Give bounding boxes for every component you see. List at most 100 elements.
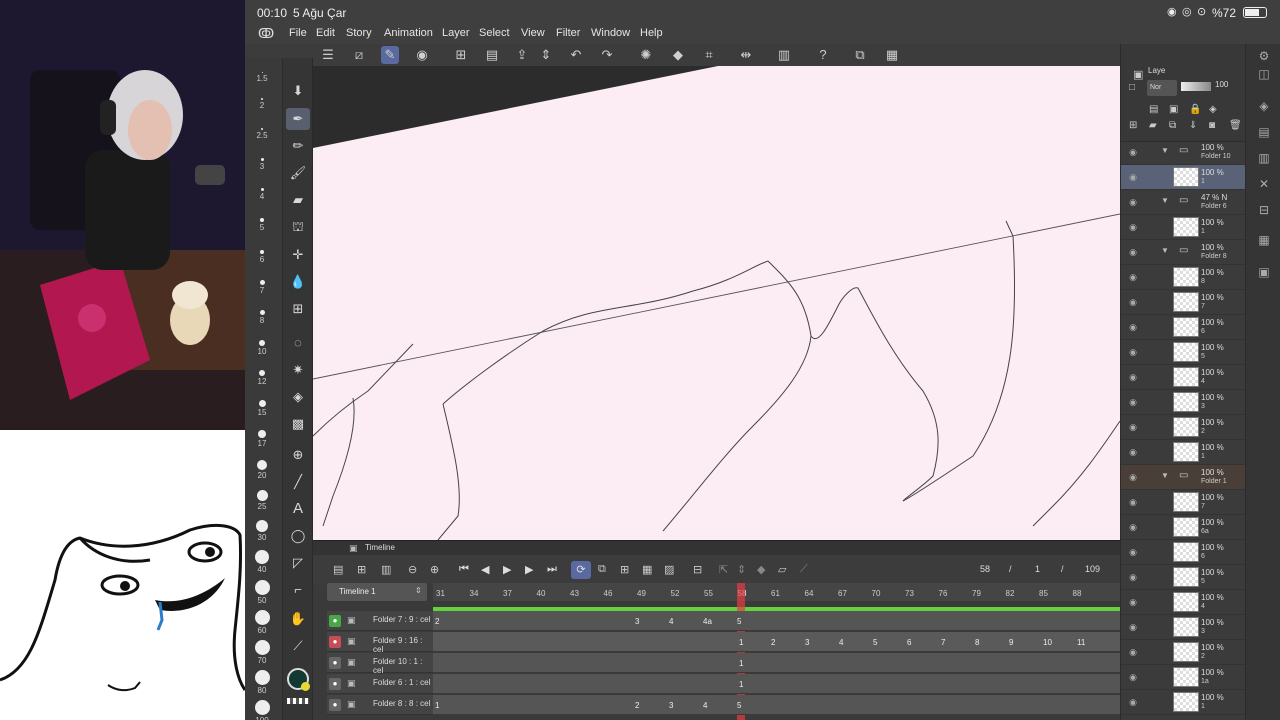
layer-visibility-icon[interactable]: ◉ — [1127, 246, 1139, 258]
eyedropper-tool-icon[interactable]: ⟋ — [286, 635, 310, 657]
canvas-area[interactable] — [313, 66, 1120, 540]
layer-visibility-icon[interactable]: ◉ — [1127, 346, 1139, 358]
brush-size-40[interactable]: 40 — [245, 550, 279, 574]
layers-stack-icon[interactable]: ◈ — [1254, 96, 1274, 116]
brush-tool-icon[interactable]: 🖌 — [286, 162, 310, 184]
fill-icon[interactable]: ◆ — [669, 46, 687, 64]
blend-mode-select[interactable]: Nor — [1147, 80, 1177, 96]
first-frame-icon[interactable]: ⏮ — [459, 563, 469, 576]
layer-row[interactable]: ◉ 100 % 4 — [1121, 365, 1246, 390]
brush-size-60[interactable]: 60 — [245, 610, 279, 635]
menu-layer[interactable]: Layer — [442, 27, 470, 39]
save-icon[interactable]: ⇪ — [513, 46, 531, 64]
play-icon[interactable]: ▶ — [503, 563, 511, 576]
layer-row[interactable]: ◉ 100 % 7 — [1121, 490, 1246, 515]
sub-color-icon[interactable] — [301, 682, 310, 691]
layer-folder-row[interactable]: ◉ ▼ ▭ 47 % N Folder 6 — [1121, 190, 1246, 215]
brush-size-2-5[interactable]: 2.5 — [245, 128, 279, 140]
eraser-tool-icon[interactable]: ▰ — [286, 189, 310, 211]
edit-pen-icon[interactable]: ✎ — [381, 46, 399, 64]
track-header[interactable]: ● ▣ Folder 8 : 8 : cel — [327, 695, 433, 715]
line-tool-icon[interactable]: ╱ — [286, 471, 310, 493]
onion-skin-icon[interactable]: ⧉ — [598, 563, 606, 576]
layer-visibility-icon[interactable]: ◉ — [1127, 221, 1139, 233]
layer-visibility-icon[interactable]: ◉ — [1127, 471, 1139, 483]
menu-help[interactable]: Help — [640, 27, 663, 39]
cel-label[interactable]: 9 — [1009, 638, 1013, 647]
layer-row[interactable]: ◉ 100 % 6 — [1121, 540, 1246, 565]
timeline-track[interactable]: ● ▣ Folder 10 : 1 : cel 1 — [313, 653, 1120, 675]
layer-visibility-icon[interactable]: ◉ — [1127, 171, 1139, 183]
opacity-slider[interactable] — [1181, 82, 1211, 91]
track-visibility-icon[interactable]: ● — [329, 699, 341, 711]
timeline-track[interactable]: ● ▣ Folder 7 : 9 : cel 2 3 4 4a 5 — [313, 611, 1120, 631]
loop-icon[interactable]: ⟳ — [571, 561, 591, 579]
layer-row[interactable]: ◉ 100 % 7 — [1121, 290, 1246, 315]
record-icon[interactable]: ◉ — [413, 46, 431, 64]
layer-visibility-icon[interactable]: ◉ — [1127, 596, 1139, 608]
layer-visibility-icon[interactable]: ◉ — [1127, 546, 1139, 558]
track-header[interactable]: ● ▣ Folder 7 : 9 : cel — [327, 611, 433, 631]
keyframe-icon[interactable]: ◆ — [757, 563, 765, 576]
window-icon[interactable]: ⧉ — [851, 46, 869, 64]
cel-label[interactable]: 1 — [435, 701, 439, 710]
cel-label[interactable]: 2 — [771, 638, 775, 647]
layer-tab-label[interactable]: Laye — [1148, 66, 1165, 75]
layer-visibility-icon[interactable]: ◉ — [1127, 146, 1139, 158]
layer-row[interactable]: ◉ 100 % 1 — [1121, 440, 1246, 465]
settings-panel-icon[interactable]: ⚙ — [1254, 46, 1274, 66]
menu-window[interactable]: Window — [591, 27, 630, 39]
track-lane[interactable]: 1 2 3 4 5 6 7 8 9 10 11 — [433, 632, 1120, 652]
layer-square-icon[interactable]: □ — [1129, 82, 1135, 93]
fill-tool-icon[interactable]: ◈ — [286, 386, 310, 408]
undo-icon[interactable]: ↶ — [567, 46, 585, 64]
cel-label[interactable]: 4 — [703, 701, 707, 710]
layer-visibility-icon[interactable]: ◉ — [1127, 296, 1139, 308]
grid-tool-icon[interactable]: ⊞ — [286, 298, 310, 320]
transform-icon[interactable]: ⧄ — [350, 46, 368, 64]
menu-file[interactable]: File — [289, 27, 307, 39]
layer-folder-row[interactable]: ◉ ▼ ▭ 100 % Folder 1 — [1121, 465, 1246, 490]
new-raster-layer-icon[interactable]: ▤ — [1149, 104, 1158, 115]
cel-label[interactable]: 3 — [669, 701, 673, 710]
layer-row[interactable]: ◉ 100 % 2 — [1121, 415, 1246, 440]
prev-frame-icon[interactable]: ◀ — [481, 563, 489, 576]
zoom-in-icon[interactable]: ⊕ — [430, 563, 439, 576]
brush-size-10[interactable]: 10 — [245, 340, 279, 356]
layer-visibility-icon[interactable]: ◉ — [1127, 496, 1139, 508]
zoom-tool-icon[interactable]: ⊕ — [286, 444, 310, 466]
app-logo-icon[interactable]: ↂ — [258, 26, 274, 42]
last-frame-icon[interactable]: ⏭ — [547, 563, 557, 576]
cel-assign-icon[interactable]: ▨ — [664, 563, 674, 576]
hamburger-icon[interactable]: ☰ — [319, 46, 337, 64]
cel-label[interactable]: 11 — [1077, 638, 1085, 647]
cel-label[interactable]: 1 — [739, 680, 743, 689]
folder-chevron-icon[interactable]: ▼ — [1161, 471, 1171, 480]
mask-icon[interactable]: ◙ — [1209, 120, 1215, 131]
layer-visibility-icon[interactable]: ◉ — [1127, 671, 1139, 683]
timeline-name-box[interactable]: Timeline 1 ⇕ — [327, 583, 427, 601]
panel-icon-6[interactable]: ▦ — [1254, 230, 1274, 250]
folder-chevron-icon[interactable]: ▼ — [1161, 146, 1171, 155]
timeline-track[interactable]: ● ▣ Folder 6 : 1 : cel 1 — [313, 674, 1120, 694]
menu-select[interactable]: Select — [479, 27, 510, 39]
track-lane[interactable]: 2 3 4 4a 5 — [433, 611, 1120, 631]
new-file-icon[interactable]: ⊞ — [452, 46, 470, 64]
plus-tool-icon[interactable]: ✛ — [286, 244, 310, 266]
folder-chevron-icon[interactable]: ▼ — [1161, 246, 1171, 255]
brush-size-2[interactable]: 2 — [245, 98, 279, 110]
material-icon[interactable]: ◫ — [1254, 64, 1274, 84]
cel-label[interactable]: 10 — [1043, 638, 1052, 647]
brush-size-70[interactable]: 70 — [245, 640, 279, 665]
layer-row[interactable]: ◉ 100 % 5 — [1121, 565, 1246, 590]
magic-wand-icon[interactable]: ✷ — [286, 359, 310, 381]
balloon-tool-icon[interactable]: ◯ — [286, 525, 310, 547]
cel-label[interactable]: 1 — [739, 659, 743, 668]
new-cel-icon[interactable]: ⊞ — [620, 563, 629, 576]
new-vector-layer-icon[interactable]: ▣ — [1169, 104, 1178, 115]
ruler-tool-icon[interactable]: ⌐ — [286, 579, 310, 601]
brush-size-20[interactable]: 20 — [245, 460, 279, 480]
layer-visibility-icon[interactable]: ◉ — [1127, 421, 1139, 433]
layer-row[interactable]: ◉ 100 % 3 — [1121, 390, 1246, 415]
layer-row[interactable]: ◉ 100 % 8 — [1121, 265, 1246, 290]
